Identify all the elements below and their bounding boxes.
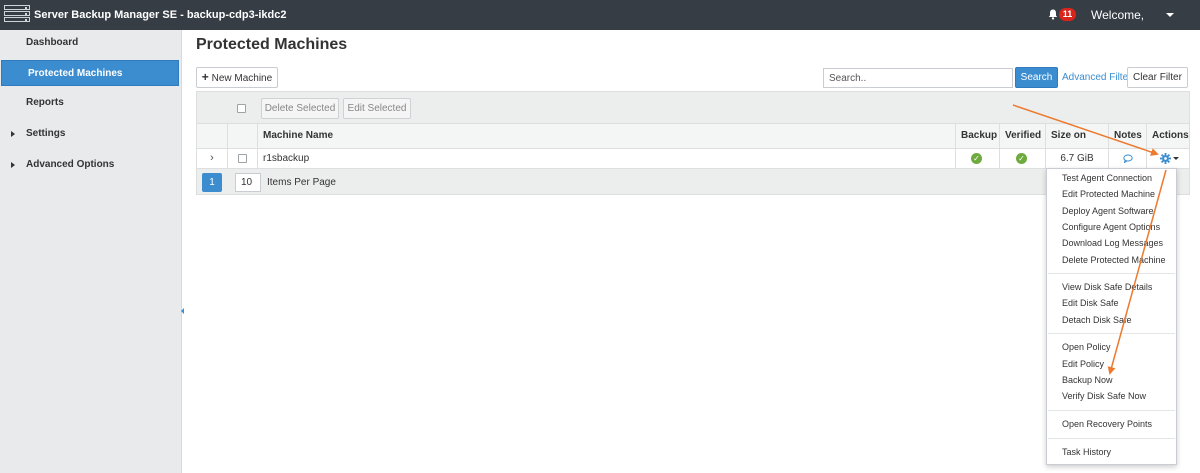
menu-item-open-policy[interactable]: Open Policy [1062,342,1111,352]
column-header-backup[interactable]: Backup [955,124,999,148]
row-checkbox[interactable] [238,154,247,163]
column-header-verified[interactable]: Verified [999,124,1045,148]
search-button[interactable]: Search [1015,67,1058,88]
comment-icon[interactable] [1123,154,1133,163]
edit-selected-button[interactable]: Edit Selected [343,98,411,119]
check-circle-icon: ✓ [1016,153,1027,164]
pagination-bar: 1 10 Items Per Page [196,169,1190,195]
advanced-filter-link[interactable]: Advanced Filter [1062,72,1131,83]
menu-item-open-recovery-points[interactable]: Open Recovery Points [1062,419,1152,429]
expand-arrow-icon [11,162,15,168]
sidebar: Dashboard Protected Machines Reports Set… [0,30,182,473]
column-header-machine-name[interactable]: Machine Name [257,124,955,148]
notes-cell [1108,149,1146,168]
new-machine-label: New Machine [211,73,273,84]
menu-item-download-log-messages[interactable]: Download Log Messages [1062,238,1163,248]
bell-icon[interactable] [1048,9,1058,20]
menu-divider [1048,333,1175,334]
select-all-checkbox[interactable] [237,104,246,113]
menu-item-edit-disk-safe[interactable]: Edit Disk Safe [1062,298,1119,308]
menu-item-task-history[interactable]: Task History [1062,447,1111,457]
table-row: › r1sbackup ✓ ✓ 6.7 GiB [196,149,1190,169]
menu-divider [1048,438,1175,439]
sidebar-item-advanced-options[interactable]: Advanced Options [0,152,180,178]
notification-badge[interactable]: 11 [1059,8,1076,21]
column-header-select [227,124,258,148]
table-toolbar: Delete Selected Edit Selected [196,91,1190,124]
items-per-page-label: Items Per Page [267,177,336,188]
items-per-page-select[interactable]: 10 [235,173,261,192]
menu-item-edit-protected-machine[interactable]: Edit Protected Machine [1062,189,1155,199]
sidebar-collapse-icon[interactable] [181,308,184,314]
column-header-actions: Actions [1146,124,1190,148]
welcome-user-menu[interactable]: Welcome, [1091,8,1144,22]
table-header: Machine Name Backup Verified Size on Dis… [196,124,1190,165]
chevron-down-icon[interactable] [1166,13,1174,17]
expand-row-chevron-icon[interactable]: › [197,149,227,168]
delete-selected-button[interactable]: Delete Selected [261,98,339,119]
menu-divider [1048,273,1175,274]
size-on-disk-cell: 6.7 GiB [1045,149,1108,168]
machine-name-cell[interactable]: r1sbackup [257,149,955,168]
expand-arrow-icon [11,131,15,137]
menu-divider [1048,410,1175,411]
chevron-down-icon[interactable] [1173,157,1179,160]
sidebar-item-label: Advanced Options [26,159,115,170]
new-machine-button[interactable]: + New Machine [196,67,278,88]
sidebar-item-protected-machines[interactable]: Protected Machines [1,60,179,86]
check-circle-icon: ✓ [971,153,982,164]
backup-status-cell: ✓ [955,149,999,168]
menu-item-test-agent-connection[interactable]: Test Agent Connection [1062,173,1152,183]
row-select-cell [227,149,258,168]
column-header-size-on-disk[interactable]: Size on Disk [1045,124,1108,165]
server-logo-icon [4,5,30,25]
menu-item-verify-disk-safe-now[interactable]: Verify Disk Safe Now [1062,391,1146,401]
actions-cell [1146,149,1190,168]
sidebar-item-label: Settings [26,128,66,139]
menu-item-configure-agent-options[interactable]: Configure Agent Options [1062,222,1160,232]
gear-icon[interactable] [1160,153,1171,164]
menu-item-view-disk-safe-details[interactable]: View Disk Safe Details [1062,282,1152,292]
column-header-notes[interactable]: Notes [1108,124,1146,148]
top-bar: Server Backup Manager SE - backup-cdp3-i… [0,0,1200,30]
menu-item-detach-disk-safe[interactable]: Detach Disk Safe [1062,315,1132,325]
sidebar-item-label: Dashboard [26,37,79,48]
sidebar-item-reports[interactable]: Reports [0,90,180,116]
clear-filter-button[interactable]: Clear Filter [1127,67,1188,88]
menu-item-edit-policy[interactable]: Edit Policy [1062,359,1104,369]
sidebar-item-settings[interactable]: Settings [0,121,180,147]
menu-item-delete-protected-machine[interactable]: Delete Protected Machine [1062,255,1166,265]
verified-status-cell: ✓ [999,149,1045,168]
page-button[interactable]: 1 [202,173,222,192]
sidebar-item-label: Reports [26,97,64,108]
app-title: Server Backup Manager SE - backup-cdp3-i… [34,9,287,21]
actions-dropdown-menu: Test Agent Connection Edit Protected Mac… [1046,168,1177,465]
search-input[interactable] [823,68,1013,88]
menu-item-deploy-agent-software[interactable]: Deploy Agent Software [1062,206,1154,216]
page-title: Protected Machines [196,36,348,53]
sidebar-item-label: Protected Machines [28,68,123,79]
sidebar-item-dashboard[interactable]: Dashboard [0,30,180,56]
menu-item-backup-now[interactable]: Backup Now [1062,375,1113,385]
plus-icon: + [201,70,209,84]
